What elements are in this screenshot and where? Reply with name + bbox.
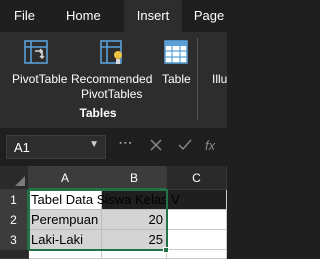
cancel-icon[interactable] (150, 138, 162, 156)
column-header-b[interactable]: B (102, 166, 167, 190)
tab-insert[interactable]: Insert (124, 0, 182, 32)
cell-a4[interactable] (29, 250, 102, 259)
recommended-label-line2: PivotTables (81, 87, 143, 101)
recommended-pivottables-button[interactable]: Recommended PivotTables (70, 32, 158, 106)
recommended-pivot-icon (98, 38, 128, 73)
worksheet-grid: A B C 1 2 3 Tabel Data Siswa Kelas V Per… (0, 166, 227, 259)
select-all-icon (15, 176, 25, 186)
row-header-3[interactable]: 3 (0, 230, 29, 250)
more-options-icon: ⋮ (118, 136, 134, 149)
cell-b2-value: 20 (148, 212, 163, 227)
group-label-tables: Tables (79, 106, 117, 120)
row-header-2[interactable]: 2 (0, 210, 29, 230)
name-box-value: A1 (14, 140, 30, 155)
cell-a1[interactable]: Tabel Data Siswa Kelas V (29, 190, 180, 210)
group-separator (197, 38, 198, 120)
ribbon-tab-bar: File Home Insert Page L (0, 0, 227, 55)
table-button[interactable]: Table (158, 32, 196, 106)
cell-a2-value: Perempuan (31, 212, 99, 227)
illustrations-button[interactable]: Illu (205, 32, 227, 106)
chevron-down-icon[interactable]: ▼ (89, 139, 99, 150)
formula-bar: A1 ▼ ⋮ fx (0, 128, 227, 166)
cell-b2[interactable]: 20 (102, 210, 167, 230)
insert-function-button[interactable]: fx (205, 138, 215, 153)
fill-handle[interactable] (163, 247, 169, 253)
row-header-1[interactable]: 1 (0, 190, 29, 210)
recommended-label-line1: Recommended (71, 72, 153, 86)
column-header-c[interactable]: C (167, 166, 227, 190)
name-box[interactable]: A1 ▼ (6, 135, 106, 159)
cell-b4[interactable] (102, 250, 167, 259)
cell-a3[interactable]: Laki-Laki (29, 230, 102, 250)
tab-home[interactable]: Home (66, 0, 101, 32)
cell-a2[interactable]: Perempuan (29, 210, 102, 230)
cell-c4[interactable] (167, 250, 227, 259)
enter-icon[interactable] (178, 138, 192, 156)
pivot-table-label: PivotTable (12, 72, 68, 86)
cell-c3[interactable] (167, 230, 227, 250)
illustrations-label: Illu (212, 72, 228, 86)
cell-b3-value: 25 (148, 232, 163, 247)
row-header-4[interactable] (0, 250, 29, 259)
table-icon (162, 38, 190, 71)
tab-file[interactable]: File (14, 0, 35, 32)
column-header-a[interactable]: A (29, 166, 102, 190)
ribbon-insert: PivotTable Recommended PivotTables Table… (0, 32, 227, 128)
cell-c2[interactable] (167, 210, 227, 230)
cell-a3-value: Laki-Laki (31, 232, 84, 247)
cell-b3[interactable]: 25 (102, 230, 167, 250)
tab-page-layout[interactable]: Page L (191, 0, 227, 55)
pivot-table-button[interactable]: PivotTable (0, 32, 70, 106)
pivot-table-icon (22, 38, 50, 71)
cell-a1-value: Tabel Data Siswa Kelas V (31, 192, 180, 207)
select-all-button[interactable] (0, 166, 29, 190)
table-label: Table (162, 72, 191, 86)
